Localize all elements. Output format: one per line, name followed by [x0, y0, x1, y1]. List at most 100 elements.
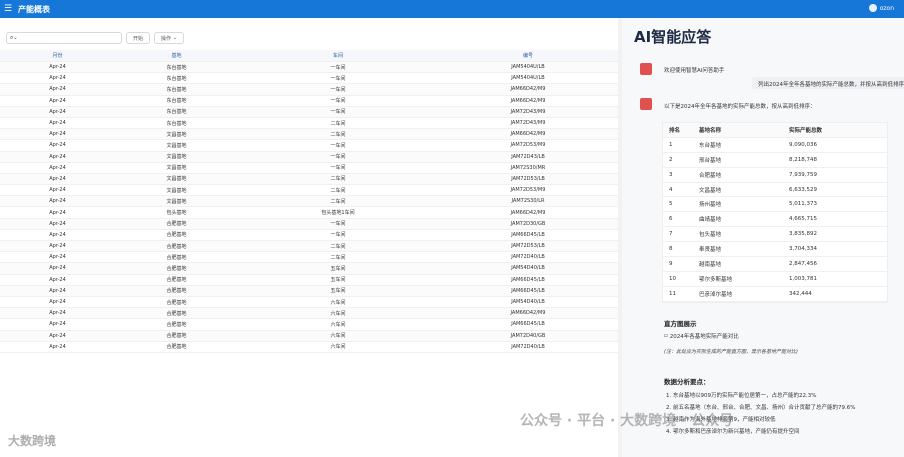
ranking-cell: 3: [669, 171, 673, 178]
table-cell: JAM66D42/M9: [510, 86, 546, 93]
table-cell: Apr-24: [49, 276, 66, 283]
table-row[interactable]: Apr-24 文昌基地 二车间 JAM72D53/LB: [0, 173, 618, 186]
table-row[interactable]: Apr-24 包头基地 包头基地1车间 JAM66D42/M9: [0, 207, 618, 219]
table-cell: 一车间: [330, 75, 346, 82]
table-row[interactable]: Apr-24 合肥基地 六车间 JAM72D40/LB: [0, 342, 618, 353]
table-cell: 一车间: [330, 64, 346, 71]
table-row[interactable]: Apr-24 合肥基地 六车间 JAM54D40/LB: [0, 297, 618, 309]
table-cell: JAM72D43/M9: [510, 120, 546, 127]
watermark-logo: 大数跨境: [8, 434, 57, 448]
chart-image-placeholder: ▫ 2024年各基地实际产能对比: [664, 332, 739, 340]
table-cell: 合肥基地: [166, 310, 187, 317]
table-row[interactable]: Apr-24 合肥基地 五车间 JAM66D45/LB: [0, 275, 618, 286]
table-cell: Apr-24: [49, 120, 66, 127]
broken-image-icon: ▫: [664, 333, 668, 339]
chart-alt-text: 2024年各基地实际产能对比: [669, 334, 739, 340]
chart-note: (注：此处应为实际生成的产能直方图，显示各基地产能对比): [664, 349, 798, 355]
table-cell: Apr-24: [49, 131, 66, 138]
table-row[interactable]: Apr-24 东台基地 一车间 JAM5404U/LB: [0, 73, 618, 85]
table-cell: JAM72D53/LB: [511, 175, 545, 182]
analysis-point: 1. 东台基地以909万的实际产能位居第一，占总产能的22.3%: [666, 393, 817, 399]
table-row[interactable]: Apr-24 合肥基地 六车间 JAM66D42/M9: [0, 308, 618, 320]
table-row[interactable]: Apr-24 东台基地 二车间 JAM72D43/M9: [0, 118, 618, 130]
table-cell: Apr-24: [49, 175, 66, 182]
ranking-row: 9 越南基地 2,847,456: [663, 257, 887, 272]
ranking-cell: 6: [669, 216, 673, 223]
table-cell: 六车间: [330, 344, 346, 351]
ranking-cell: 8: [669, 246, 673, 253]
table-cell: Apr-24: [49, 321, 66, 328]
table-cell: 一车间: [330, 232, 346, 239]
table-cell: JAM66D45/LB: [511, 276, 545, 283]
table-cell: JAM72D40/GB: [510, 332, 546, 339]
ranking-cell: 2: [669, 156, 673, 163]
table-row[interactable]: Apr-24 文昌基地 二车间 JAM72D53/M9: [0, 185, 618, 197]
table-row[interactable]: Apr-24 东台基地 一车间 JAM5404U/LB: [0, 62, 618, 74]
bot-avatar-icon: [640, 63, 652, 75]
table-cell: Apr-24: [49, 299, 66, 306]
table-row[interactable]: Apr-24 合肥基地 五车间 JAM66D45/LB: [0, 285, 618, 297]
table-cell: 东台基地: [166, 86, 187, 93]
table-cell: 合肥基地: [166, 232, 187, 239]
ai-panel: AI智能应答 欢迎使用智慧AI问答助手 列出2024年全年各基地的实际产能总数，…: [622, 18, 904, 457]
table-cell: 一车间: [330, 165, 346, 172]
actions-button[interactable]: 操作 ⌄: [154, 32, 185, 44]
table-row[interactable]: Apr-24 文昌基地 一车间 JAM72D53/M9: [0, 140, 618, 152]
table-cell: JAM72D43/M9: [510, 108, 546, 115]
ranking-cell: 曲靖基地: [699, 217, 722, 224]
capacity-table: 月份 基地 车间 编号 Apr-24 东台基地 一车间 JAM5404U/LB Apr-24 东台…: [0, 50, 618, 353]
table-cell: 二车间: [330, 176, 346, 183]
column-header: 编号: [522, 53, 533, 59]
top-bar: ☰ 产能概表 ozon: [0, 0, 904, 18]
table-cell: Apr-24: [49, 254, 66, 261]
table-row[interactable]: Apr-24 文昌基地 二车间 JAM66D42/M9: [0, 129, 618, 141]
table-cell: JAM72D53/M9: [510, 187, 546, 194]
table-cell: 合肥基地: [166, 333, 187, 340]
ranking-cell: 东台基地: [699, 142, 722, 149]
user-avatar: [868, 4, 877, 12]
table-cell: 合肥基地: [166, 277, 187, 284]
table-cell: 一车间: [330, 98, 346, 105]
table-row[interactable]: Apr-24 合肥基地 一车间 JAM66D45/LB: [0, 230, 618, 241]
table-row[interactable]: Apr-24 东台基地 一车间 JAM66D42/M9: [0, 84, 618, 96]
table-row[interactable]: Apr-24 文昌基地 一车间 JAM72D43/LB: [0, 151, 618, 163]
ranking-row: 2 邢台基地 8,218,748: [663, 153, 887, 168]
table-cell: JAM66D42/M9: [510, 209, 546, 216]
table-cell: JAM5404U/LB: [511, 75, 545, 82]
menu-icon[interactable]: ☰: [4, 4, 14, 14]
ranking-cell: 邢台基地: [699, 157, 722, 164]
table-cell: JAM72S30/LR: [511, 198, 545, 205]
table-row[interactable]: Apr-24 合肥基地 二车间 JAM72D53/LB: [0, 241, 618, 253]
table-row[interactable]: Apr-24 文昌基地 二车间 JAM72S30/LR: [0, 196, 618, 208]
start-button[interactable]: 开始: [126, 32, 151, 44]
user-menu[interactable]: ozon: [868, 4, 894, 12]
table-row[interactable]: Apr-24 合肥基地 二车间 JAM72D40/LB: [0, 252, 618, 264]
ranking-row: 7 包头基地 3,835,892: [663, 227, 887, 243]
table-row[interactable]: Apr-24 合肥基地 六车间 JAM66D45/LB: [0, 319, 618, 331]
ranking-cell: 4,665,715: [789, 216, 817, 223]
table-cell: Apr-24: [49, 75, 66, 82]
table-cell: Apr-24: [49, 243, 66, 250]
ranking-cell: 包头基地: [699, 232, 722, 239]
table-cell: 合肥基地: [166, 321, 187, 328]
ranking-cell: 11: [669, 290, 676, 297]
table-row[interactable]: Apr-24 文昌基地 一车间 JAM72S30/MR: [0, 163, 618, 174]
table-cell: 东台基地: [166, 98, 187, 105]
table-cell: 一车间: [330, 142, 346, 149]
table-row[interactable]: Apr-24 合肥基地 一车间 JAM72D30/GB: [0, 218, 618, 230]
ranking-cell: 3,835,892: [789, 231, 817, 238]
ranking-column-header: 基地名称: [699, 127, 722, 134]
table-row[interactable]: Apr-24 合肥基地 六车间 JAM72D40/GB: [0, 330, 618, 342]
search-input[interactable]: ⌕ ⌄: [6, 32, 122, 44]
table-row[interactable]: Apr-24 东台基地 一车间 JAM72D43/M9: [0, 106, 618, 118]
table-cell: 包头基地1车间: [321, 210, 355, 217]
table-cell: Apr-24: [49, 142, 66, 149]
table-cell: 二车间: [330, 243, 346, 250]
ranking-cell: 5,011,373: [789, 201, 817, 208]
table-cell: Apr-24: [49, 108, 66, 115]
table-cell: 一车间: [330, 109, 346, 116]
table-row[interactable]: Apr-24 东台基地 一车间 JAM66D42/M9: [0, 96, 618, 107]
table-cell: Apr-24: [49, 209, 66, 216]
table-row[interactable]: Apr-24 合肥基地 五车间 JAM54D40/LB: [0, 263, 618, 275]
ranking-cell: 10: [669, 275, 676, 282]
